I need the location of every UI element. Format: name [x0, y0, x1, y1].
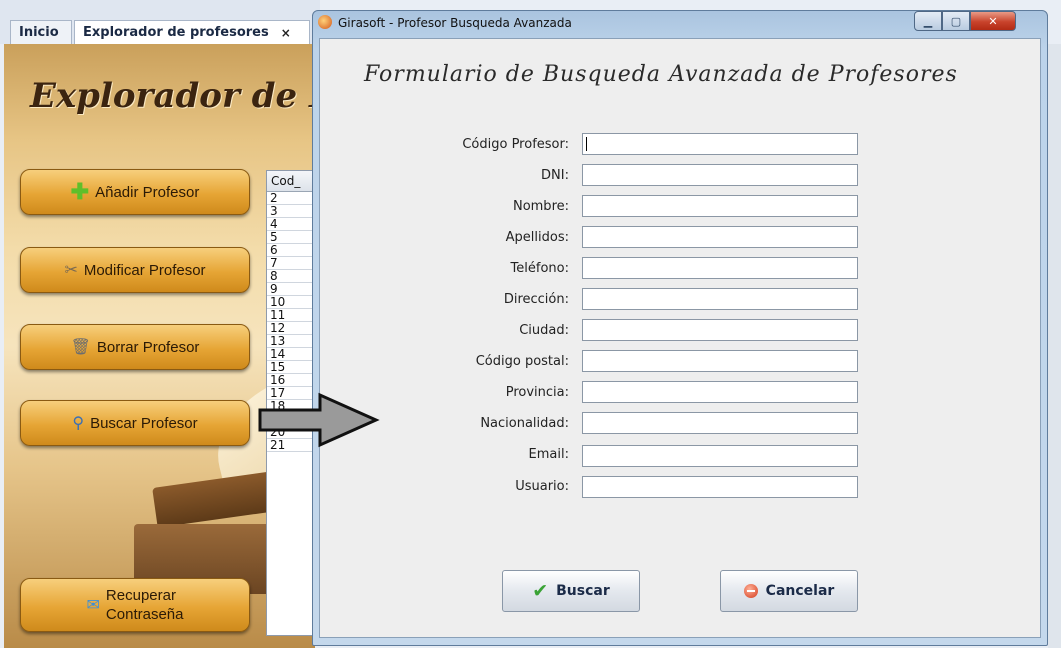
- close-icon: ✕: [988, 14, 998, 28]
- maximize-icon: ▢: [950, 14, 962, 28]
- dni-label: DNI:: [541, 168, 569, 183]
- teacher-explorer-panel: Explorador de P ✚ Añadir Profesor ✂ Modi…: [4, 44, 315, 648]
- tools-icon: ✂: [64, 262, 78, 279]
- minimize-button[interactable]: ▁: [914, 11, 942, 31]
- modify-teacher-label: Modificar Profesor: [83, 261, 206, 279]
- ciudad-input[interactable]: [582, 319, 858, 341]
- codigo-profesor-label: Código Profesor:: [462, 137, 569, 152]
- background-window-edge: [1048, 44, 1061, 648]
- add-teacher-button[interactable]: ✚ Añadir Profesor: [20, 169, 250, 215]
- telefono-input[interactable]: [582, 257, 858, 279]
- recover-line-1: Recuperar: [105, 587, 176, 604]
- telefono-label: Teléfono:: [510, 261, 569, 276]
- recover-line-2: Contraseña: [105, 606, 184, 623]
- magnifier-icon: ⚲: [72, 415, 85, 432]
- apellidos-input[interactable]: [582, 226, 858, 248]
- stop-icon: [743, 584, 758, 598]
- page-title: Explorador de P: [30, 76, 315, 116]
- codigo-profesor-input[interactable]: [582, 133, 858, 155]
- provincia-input[interactable]: [582, 381, 858, 403]
- table-header-cod[interactable]: Cod_: [267, 171, 315, 192]
- nombre-input[interactable]: [582, 195, 858, 217]
- apellidos-label: Apellidos:: [505, 230, 569, 245]
- dialog-window-title: Girasoft - Profesor Busqueda Avanzada: [338, 16, 572, 30]
- mail-arrow-icon: ✉: [86, 597, 100, 614]
- ciudad-label: Ciudad:: [519, 323, 569, 338]
- checkmark-icon: ✔: [532, 580, 549, 602]
- delete-teacher-button[interactable]: 🗑 Borrar Profesor: [20, 324, 250, 370]
- search-teacher-label: Buscar Profesor: [90, 414, 198, 432]
- plus-icon: ✚: [70, 179, 90, 204]
- tab-inicio-label: Inicio: [19, 25, 59, 40]
- search-teacher-button[interactable]: ⚲ Buscar Profesor: [20, 400, 250, 446]
- direccion-input[interactable]: [582, 288, 858, 310]
- direccion-label: Dirección:: [503, 292, 569, 307]
- usuario-input[interactable]: [582, 476, 858, 498]
- email-input[interactable]: [582, 445, 858, 467]
- tab-explorador-profesores[interactable]: Explorador de profesores ×: [74, 20, 310, 44]
- recover-password-button[interactable]: ✉ Recuperar Contraseña: [20, 578, 250, 632]
- tab-inicio[interactable]: Inicio: [10, 20, 72, 44]
- usuario-label: Usuario:: [515, 479, 569, 494]
- cancelar-button[interactable]: Cancelar: [720, 570, 858, 612]
- tab-explorador-label: Explorador de profesores: [83, 25, 269, 40]
- delete-teacher-label: Borrar Profesor: [96, 338, 200, 356]
- tab-close-icon[interactable]: ×: [281, 26, 291, 40]
- cancelar-label: Cancelar: [765, 583, 835, 599]
- java-app-icon: [318, 15, 332, 29]
- modify-teacher-button[interactable]: ✂ Modificar Profesor: [20, 247, 250, 293]
- nombre-label: Nombre:: [512, 199, 569, 214]
- buscar-button[interactable]: ✔ Buscar: [502, 570, 640, 612]
- codigo-postal-label: Código postal:: [475, 354, 569, 369]
- minimize-icon: ▁: [923, 14, 933, 28]
- buscar-label: Buscar: [556, 583, 610, 599]
- add-teacher-label: Añadir Profesor: [95, 183, 200, 201]
- recover-password-label: Recuperar Contraseña: [106, 586, 184, 624]
- trash-icon: 🗑: [70, 339, 91, 356]
- maximize-button[interactable]: ▢: [942, 11, 970, 31]
- right-arrow-icon: [258, 392, 380, 448]
- dni-input[interactable]: [582, 164, 858, 186]
- codigo-postal-input[interactable]: [582, 350, 858, 372]
- form-title: Formulario de Busqueda Avanzada de Profe…: [364, 62, 958, 87]
- nacionalidad-input[interactable]: [582, 412, 858, 434]
- close-button[interactable]: ✕: [970, 11, 1016, 31]
